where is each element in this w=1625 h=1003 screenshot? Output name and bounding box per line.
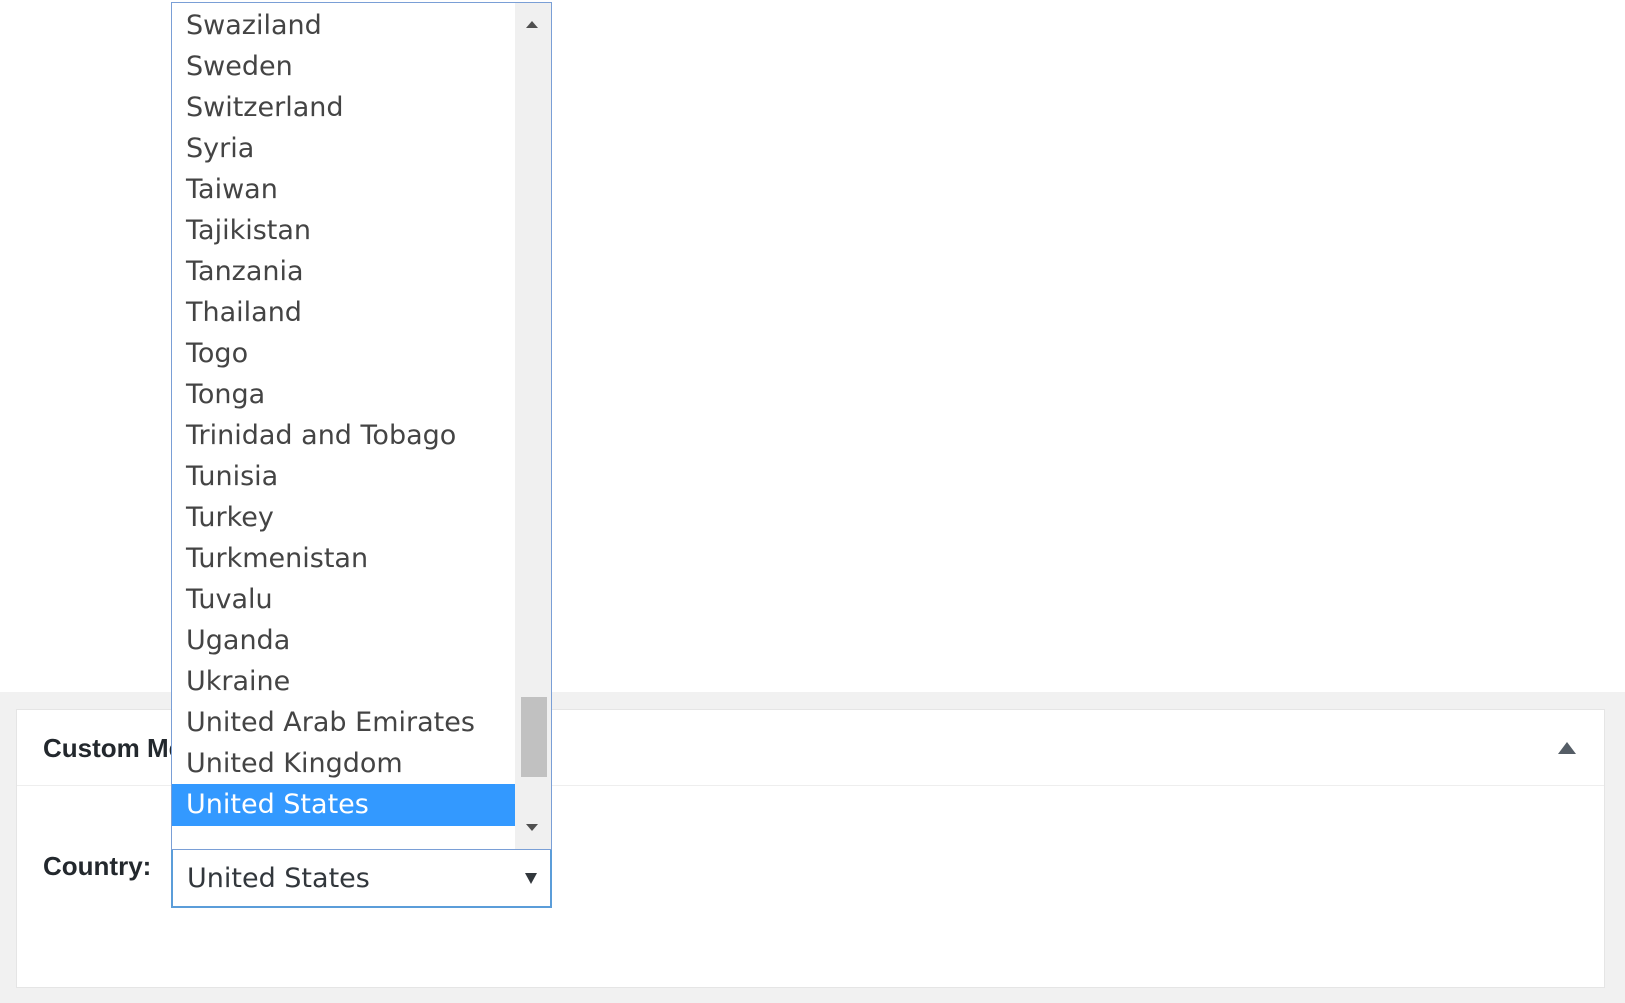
dropdown-option[interactable]: Togo	[172, 333, 515, 375]
collapse-toggle-icon[interactable]	[1558, 742, 1576, 754]
dropdown-option[interactable]: Syria	[172, 128, 515, 170]
dropdown-option[interactable]: Turkey	[172, 497, 515, 539]
dropdown-option-selected[interactable]: United States	[172, 784, 515, 826]
dropdown-option[interactable]: Switzerland	[172, 87, 515, 129]
dropdown-option[interactable]: Tanzania	[172, 251, 515, 293]
dropdown-option[interactable]: Taiwan	[172, 169, 515, 211]
country-label: Country:	[43, 851, 152, 881]
dropdown-option[interactable]: Tunisia	[172, 456, 515, 498]
scroll-up-arrow-icon[interactable]	[526, 21, 538, 28]
dropdown-option[interactable]: Tajikistan	[172, 210, 515, 252]
dropdown-option[interactable]: Tonga	[172, 374, 515, 416]
dropdown-option[interactable]: Ukraine	[172, 661, 515, 703]
dropdown-option[interactable]: United Kingdom	[172, 743, 515, 785]
dropdown-options: Swaziland Sweden Switzerland Syria Taiwa…	[172, 3, 515, 849]
dropdown-option[interactable]: Turkmenistan	[172, 538, 515, 580]
country-select-value: United States	[187, 863, 370, 894]
dropdown-option[interactable]: Swaziland	[172, 5, 515, 47]
country-select[interactable]: United States	[171, 848, 552, 908]
page: Custom Meta Country: United States Swazi…	[0, 0, 1625, 1003]
country-dropdown-list[interactable]: Swaziland Sweden Switzerland Syria Taiwa…	[171, 2, 552, 850]
dropdown-option[interactable]: Tuvalu	[172, 579, 515, 621]
dropdown-option[interactable]: Trinidad and Tobago	[172, 415, 515, 457]
dropdown-option[interactable]: United Arab Emirates	[172, 702, 515, 744]
dropdown-scrollbar[interactable]	[515, 3, 551, 849]
dropdown-option[interactable]: Sweden	[172, 46, 515, 88]
dropdown-option[interactable]: Uganda	[172, 620, 515, 662]
chevron-down-icon	[525, 873, 537, 884]
dropdown-option[interactable]: Thailand	[172, 292, 515, 334]
scroll-down-arrow-icon[interactable]	[526, 824, 538, 831]
scrollbar-thumb[interactable]	[521, 697, 547, 777]
